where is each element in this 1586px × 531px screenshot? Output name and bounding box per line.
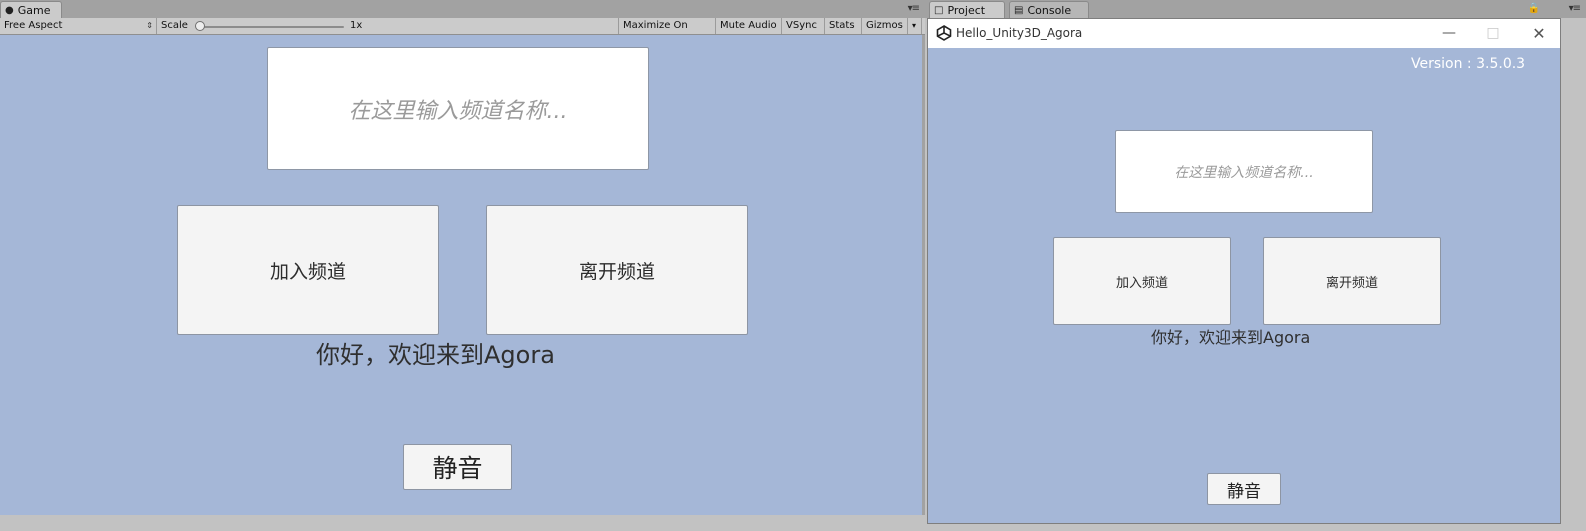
- join-channel-label: 加入频道: [269, 260, 346, 283]
- tab-project[interactable]: □ Project: [929, 1, 1005, 18]
- welcome-text: 你好，欢迎来到Agora: [316, 341, 555, 369]
- tab-game-label: Game: [17, 4, 51, 17]
- app-window: Hello_Unity3D_Agora — □ ✕ Version : 3.5.…: [927, 18, 1561, 524]
- mute-button[interactable]: 静音: [403, 444, 512, 490]
- tab-console[interactable]: ▤ Console: [1009, 1, 1089, 18]
- vsync-toggle[interactable]: VSync: [782, 18, 825, 34]
- unity-logo-icon: [936, 25, 952, 41]
- unity-editor: ● Game ▾≡ Free Aspect ⇕ Scale 1x Maximiz…: [0, 0, 1586, 531]
- app-leave-channel-button[interactable]: 离开频道: [1263, 237, 1441, 325]
- game-controller-icon: ●: [5, 5, 14, 16]
- maximize-icon[interactable]: □: [1478, 23, 1508, 43]
- folder-icon: □: [934, 5, 944, 16]
- panel-menu-icon[interactable]: ▾≡: [908, 3, 920, 14]
- join-channel-button[interactable]: 加入频道: [177, 205, 439, 335]
- game-tabbar: ● Game ▾≡: [0, 0, 925, 18]
- maximize-on-play-toggle[interactable]: Maximize On Play: [618, 18, 716, 47]
- tab-console-label: Console: [1027, 4, 1072, 17]
- gizmos-toggle[interactable]: Gizmos: [862, 18, 908, 34]
- scale-label: Scale: [161, 20, 188, 31]
- mute-label: 静音: [432, 454, 483, 483]
- scale-value: 1x: [350, 20, 363, 31]
- game-view: 在这里输入频道名称... 加入频道 离开频道 你好，欢迎来到Agora 静音: [0, 35, 922, 515]
- console-icon: ▤: [1014, 5, 1024, 16]
- window-title: Hello_Unity3D_Agora: [956, 26, 1083, 40]
- gizmos-dropdown-icon[interactable]: ▾: [908, 18, 922, 34]
- app-join-channel-label: 加入频道: [1115, 275, 1168, 291]
- app-mute-label: 静音: [1227, 481, 1261, 502]
- right-panel-menu-icon[interactable]: ▾≡: [1569, 3, 1581, 14]
- scale-slider-thumb[interactable]: [195, 21, 205, 31]
- minimize-icon[interactable]: —: [1434, 23, 1464, 43]
- version-label: Version : 3.5.0.3: [1411, 56, 1526, 72]
- game-panel: ● Game ▾≡ Free Aspect ⇕ Scale 1x Maximiz…: [0, 0, 925, 531]
- right-panel: □ Project ▤ Console 🔒 ▾≡ Hello_Unity3D_A…: [925, 0, 1586, 531]
- lock-icon[interactable]: 🔒: [1528, 3, 1540, 14]
- leave-channel-label: 离开频道: [578, 260, 655, 283]
- game-panel-footer: [0, 515, 925, 531]
- window-titlebar[interactable]: Hello_Unity3D_Agora — □ ✕: [928, 19, 1560, 48]
- stats-toggle[interactable]: Stats: [825, 18, 862, 34]
- right-tabbar: □ Project ▤ Console 🔒 ▾≡: [925, 0, 1586, 18]
- aspect-dropdown[interactable]: Free Aspect ⇕: [0, 18, 157, 34]
- app-channel-name-placeholder: 在这里输入频道名称...: [1174, 164, 1314, 181]
- aspect-dropdown-label: Free Aspect: [4, 20, 63, 31]
- channel-name-input[interactable]: 在这里输入频道名称...: [267, 47, 649, 170]
- close-icon[interactable]: ✕: [1524, 23, 1554, 43]
- leave-channel-button[interactable]: 离开频道: [486, 205, 748, 335]
- app-channel-name-input[interactable]: 在这里输入频道名称...: [1115, 130, 1373, 213]
- app-leave-channel-label: 离开频道: [1325, 275, 1378, 291]
- channel-name-placeholder: 在这里输入频道名称...: [348, 98, 568, 124]
- app-join-channel-button[interactable]: 加入频道: [1053, 237, 1231, 325]
- tab-game[interactable]: ● Game: [0, 1, 62, 18]
- app-mute-button[interactable]: 静音: [1207, 473, 1281, 505]
- app-client-area: Version : 3.5.0.3 在这里输入频道名称... 加入频道 离开频道…: [928, 48, 1560, 523]
- dropdown-arrows-icon: ⇕: [146, 21, 153, 30]
- app-welcome-text: 你好，欢迎来到Agora: [1151, 328, 1311, 347]
- scale-slider-track[interactable]: [201, 26, 344, 28]
- mute-audio-toggle[interactable]: Mute Audio: [716, 18, 782, 34]
- tab-project-label: Project: [947, 4, 986, 17]
- game-toolbar: Free Aspect ⇕ Scale 1x Maximize On Play …: [0, 18, 925, 47]
